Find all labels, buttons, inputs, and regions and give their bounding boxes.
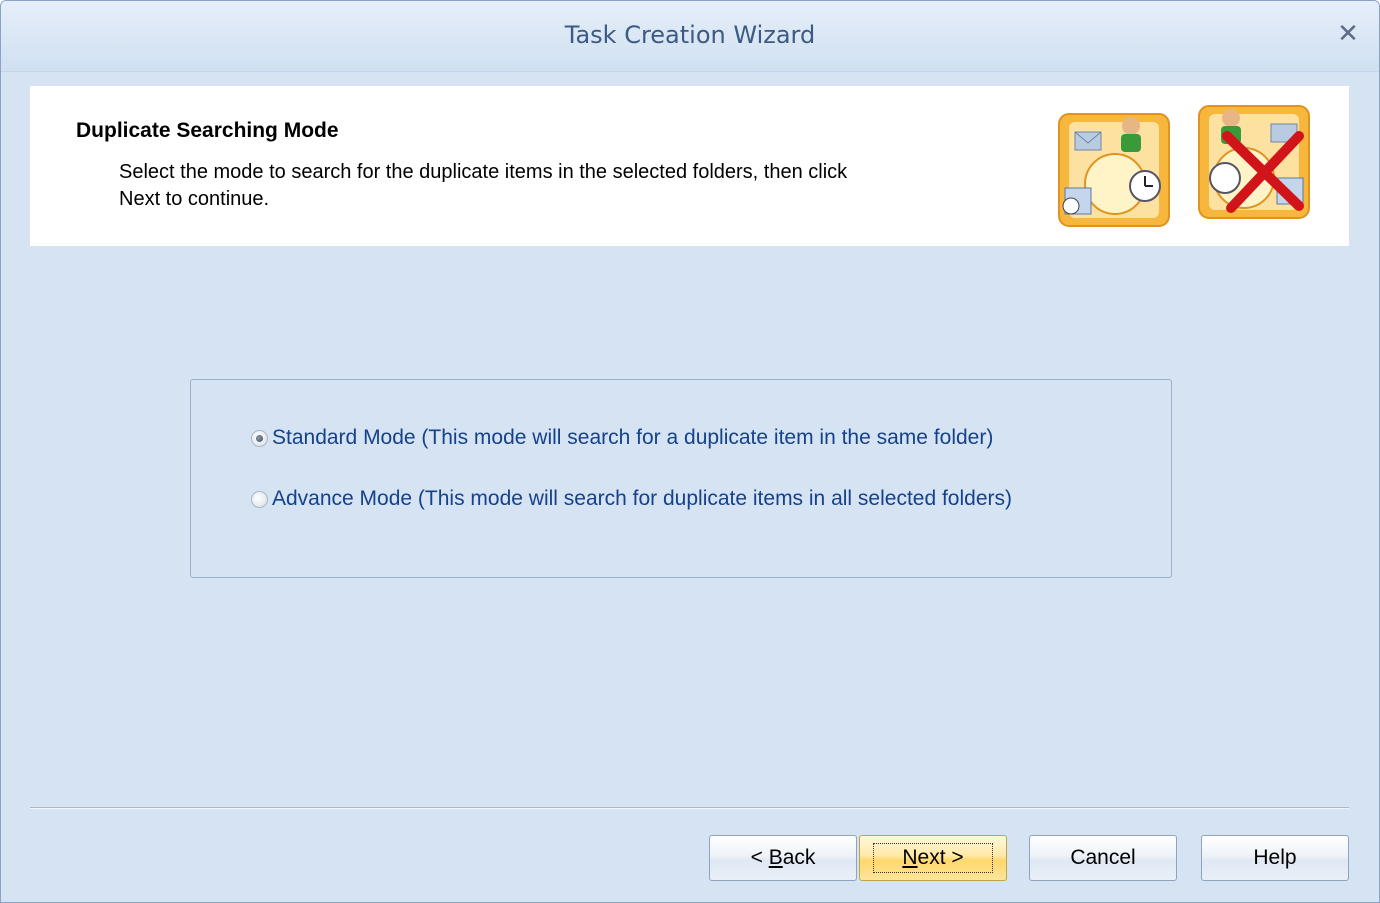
close-icon[interactable]: ✕ <box>1333 19 1363 49</box>
standard-mode-label[interactable]: Standard Mode (This mode will search for… <box>272 426 993 450</box>
advance-mode-option[interactable]: Advance Mode (This mode will search for … <box>251 484 1012 514</box>
advance-mode-radio[interactable] <box>251 490 268 508</box>
window-title: Task Creation Wizard <box>564 21 816 49</box>
next-button[interactable]: Next > <box>859 835 1007 881</box>
outlook-items-duplicate-removal-icon <box>1058 105 1310 227</box>
back-button[interactable]: < Back <box>709 835 857 881</box>
outlook-items-icon <box>1058 113 1170 227</box>
standard-mode-radio[interactable] <box>251 429 268 447</box>
duplicate-removed-icon <box>1198 105 1310 219</box>
standard-mode-option[interactable]: Standard Mode (This mode will search for… <box>251 423 993 453</box>
back-button-label: < Back <box>750 846 816 869</box>
page-description: Select the mode to search for the duplic… <box>119 161 848 210</box>
next-button-label: Next > <box>873 843 993 873</box>
cancel-button[interactable]: Cancel <box>1029 835 1177 881</box>
help-button[interactable]: Help <box>1201 835 1349 881</box>
header-panel: Duplicate Searching Mode Select the mode… <box>30 86 1349 246</box>
wizard-window: Task Creation Wizard ✕ Duplicate Searchi… <box>0 0 1380 903</box>
mode-group-box: Standard Mode (This mode will search for… <box>190 379 1172 578</box>
advance-mode-label[interactable]: Advance Mode (This mode will search for … <box>272 487 1012 511</box>
footer-separator <box>30 807 1349 809</box>
title-bar: Task Creation Wizard ✕ <box>1 1 1379 72</box>
page-title: Duplicate Searching Mode <box>76 119 339 142</box>
